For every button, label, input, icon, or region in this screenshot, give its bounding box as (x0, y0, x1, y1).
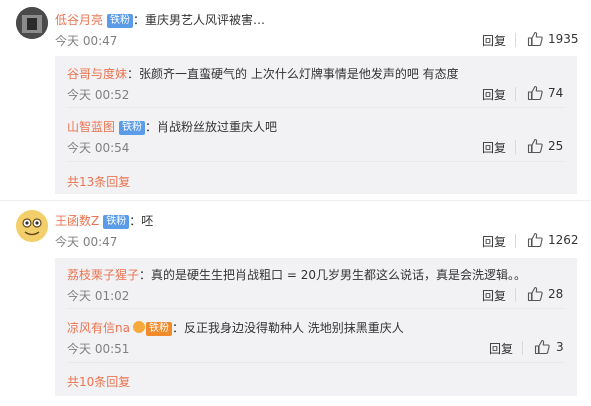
avatar[interactable] (16, 7, 48, 39)
reply-time: 今天 00:52 (67, 88, 130, 102)
fan-badge[interactable]: 铁粉 (145, 322, 172, 336)
like-count: 28 (548, 287, 564, 301)
reply-header: 谷哥与度妹：张颜齐一直蛮硬气的 上次什么灯牌事情是他发声的吧 有态度 (67, 65, 459, 82)
thumbs-up-icon (527, 85, 543, 101)
thumbs-up-icon (527, 138, 543, 154)
avatar-image (16, 7, 48, 39)
reply-time: 今天 00:51 (67, 342, 130, 356)
thumbs-up-icon (527, 286, 543, 302)
username[interactable]: 谷哥与度妹 (67, 67, 127, 81)
comment-text: ：呸 (129, 214, 154, 228)
comment-text: ：重庆男艺人风评被害… (133, 13, 266, 27)
reply-button[interactable]: 回复 (489, 340, 513, 357)
username[interactable]: 低谷月亮 (55, 13, 103, 27)
comment-time: 今天 00:47 (55, 34, 118, 48)
like-count: 1262 (548, 233, 579, 247)
like-count: 74 (548, 86, 564, 100)
thumbs-up-icon (534, 339, 550, 355)
reply-header: 凉风有信na 铁粉 ：反正我身边没得勒种人 洗地别抹黑重庆人 (67, 319, 404, 336)
more-replies-link[interactable]: 共10条回复 (67, 373, 130, 390)
fan-badge[interactable]: 铁粉 (103, 215, 130, 229)
reply-button[interactable]: 回复 (482, 139, 506, 156)
reply-button[interactable]: 回复 (482, 32, 506, 49)
reply-text: ：张颜齐一直蛮硬气的 上次什么灯牌事情是他发声的吧 有态度 (127, 67, 459, 81)
like-button[interactable] (534, 339, 550, 355)
fan-badge[interactable]: 铁粉 (107, 14, 134, 28)
comment-time: 今天 00:47 (55, 235, 118, 249)
thumbs-up-icon (527, 31, 543, 47)
reply-text: ：真的是硬生生把肖战粗口 = 20几岁男生都这么说话，真是会洗逻辑。。 (139, 268, 526, 282)
reply-header: 荔枝栗子猩子：真的是硬生生把肖战粗口 = 20几岁男生都这么说话，真是会洗逻辑。… (67, 266, 526, 283)
reply-button[interactable]: 回复 (482, 287, 506, 304)
like-count: 25 (548, 139, 564, 153)
reply-button[interactable]: 回复 (482, 233, 506, 250)
username[interactable]: 凉风有信na (67, 321, 130, 335)
reply-header: 山智蓝图 铁粉 ：肖战粉丝放过重庆人吧 (67, 118, 277, 135)
like-count: 1935 (548, 32, 579, 46)
fan-badge[interactable]: 铁粉 (119, 121, 146, 135)
reply-button[interactable]: 回复 (482, 86, 506, 103)
comment-header: 低谷月亮 铁粉 ：重庆男艺人风评被害… (55, 11, 265, 28)
avatar-image (16, 210, 48, 242)
vip-icon (132, 321, 145, 333)
thumbs-up-icon (527, 232, 543, 248)
like-button[interactable] (527, 31, 543, 47)
like-button[interactable] (527, 286, 543, 302)
like-button[interactable] (527, 232, 543, 248)
username[interactable]: 山智蓝图 (67, 120, 115, 134)
reply-text: ：反正我身边没得勒种人 洗地别抹黑重庆人 (171, 321, 404, 335)
like-button[interactable] (527, 138, 543, 154)
avatar[interactable] (16, 210, 48, 242)
reply-time: 今天 01:02 (67, 289, 130, 303)
like-count: 3 (556, 340, 564, 354)
more-replies-link[interactable]: 共13条回复 (67, 173, 130, 190)
username[interactable]: 王函数Z (55, 214, 99, 228)
username[interactable]: 荔枝栗子猩子 (67, 268, 139, 282)
comment-header: 王函数Z 铁粉 ：呸 (55, 212, 153, 229)
like-button[interactable] (527, 85, 543, 101)
reply-text: ：肖战粉丝放过重庆人吧 (145, 120, 278, 134)
reply-time: 今天 00:54 (67, 141, 130, 155)
